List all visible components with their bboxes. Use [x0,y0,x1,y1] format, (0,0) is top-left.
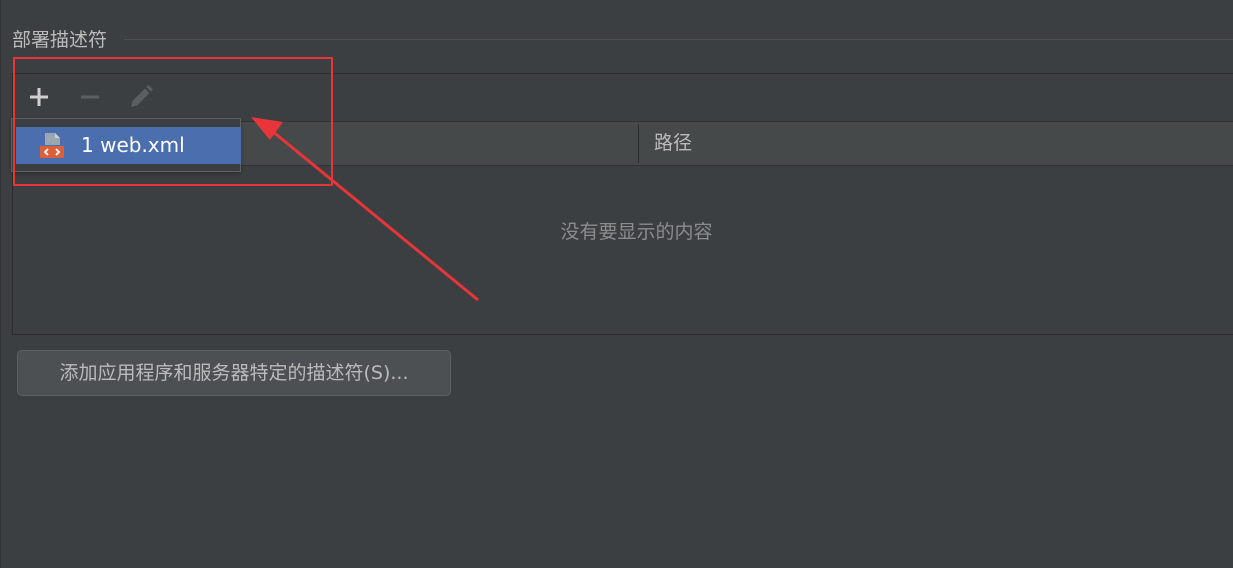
minus-icon [81,95,99,99]
descriptor-type-popup: 1 web.xml [11,118,241,172]
remove-button[interactable] [70,74,110,120]
plus-icon [30,88,48,106]
edit-button[interactable] [121,74,161,120]
section-title: 部署描述符 [12,29,108,51]
add-server-specific-descriptor-button[interactable]: 添加应用程序和服务器特定的描述符(S)... [17,350,451,396]
left-border [0,0,1,568]
popup-item-web-xml[interactable]: 1 web.xml [16,127,241,164]
pencil-icon [131,85,153,107]
column-separator[interactable] [638,124,639,163]
table-toolbar [13,74,1233,120]
xml-file-icon [40,133,64,158]
empty-table-message: 没有要显示的内容 [560,221,713,243]
deployment-descriptor-page: 部署描述符 路径 没有要显示的内容 1 web.xml 添加应用程序和服务器特定… [0,0,1233,568]
column-header-path[interactable]: 路径 [654,122,692,165]
section-divider [124,39,1233,40]
add-button[interactable] [19,74,59,120]
popup-item-label: 1 web.xml [81,133,185,157]
